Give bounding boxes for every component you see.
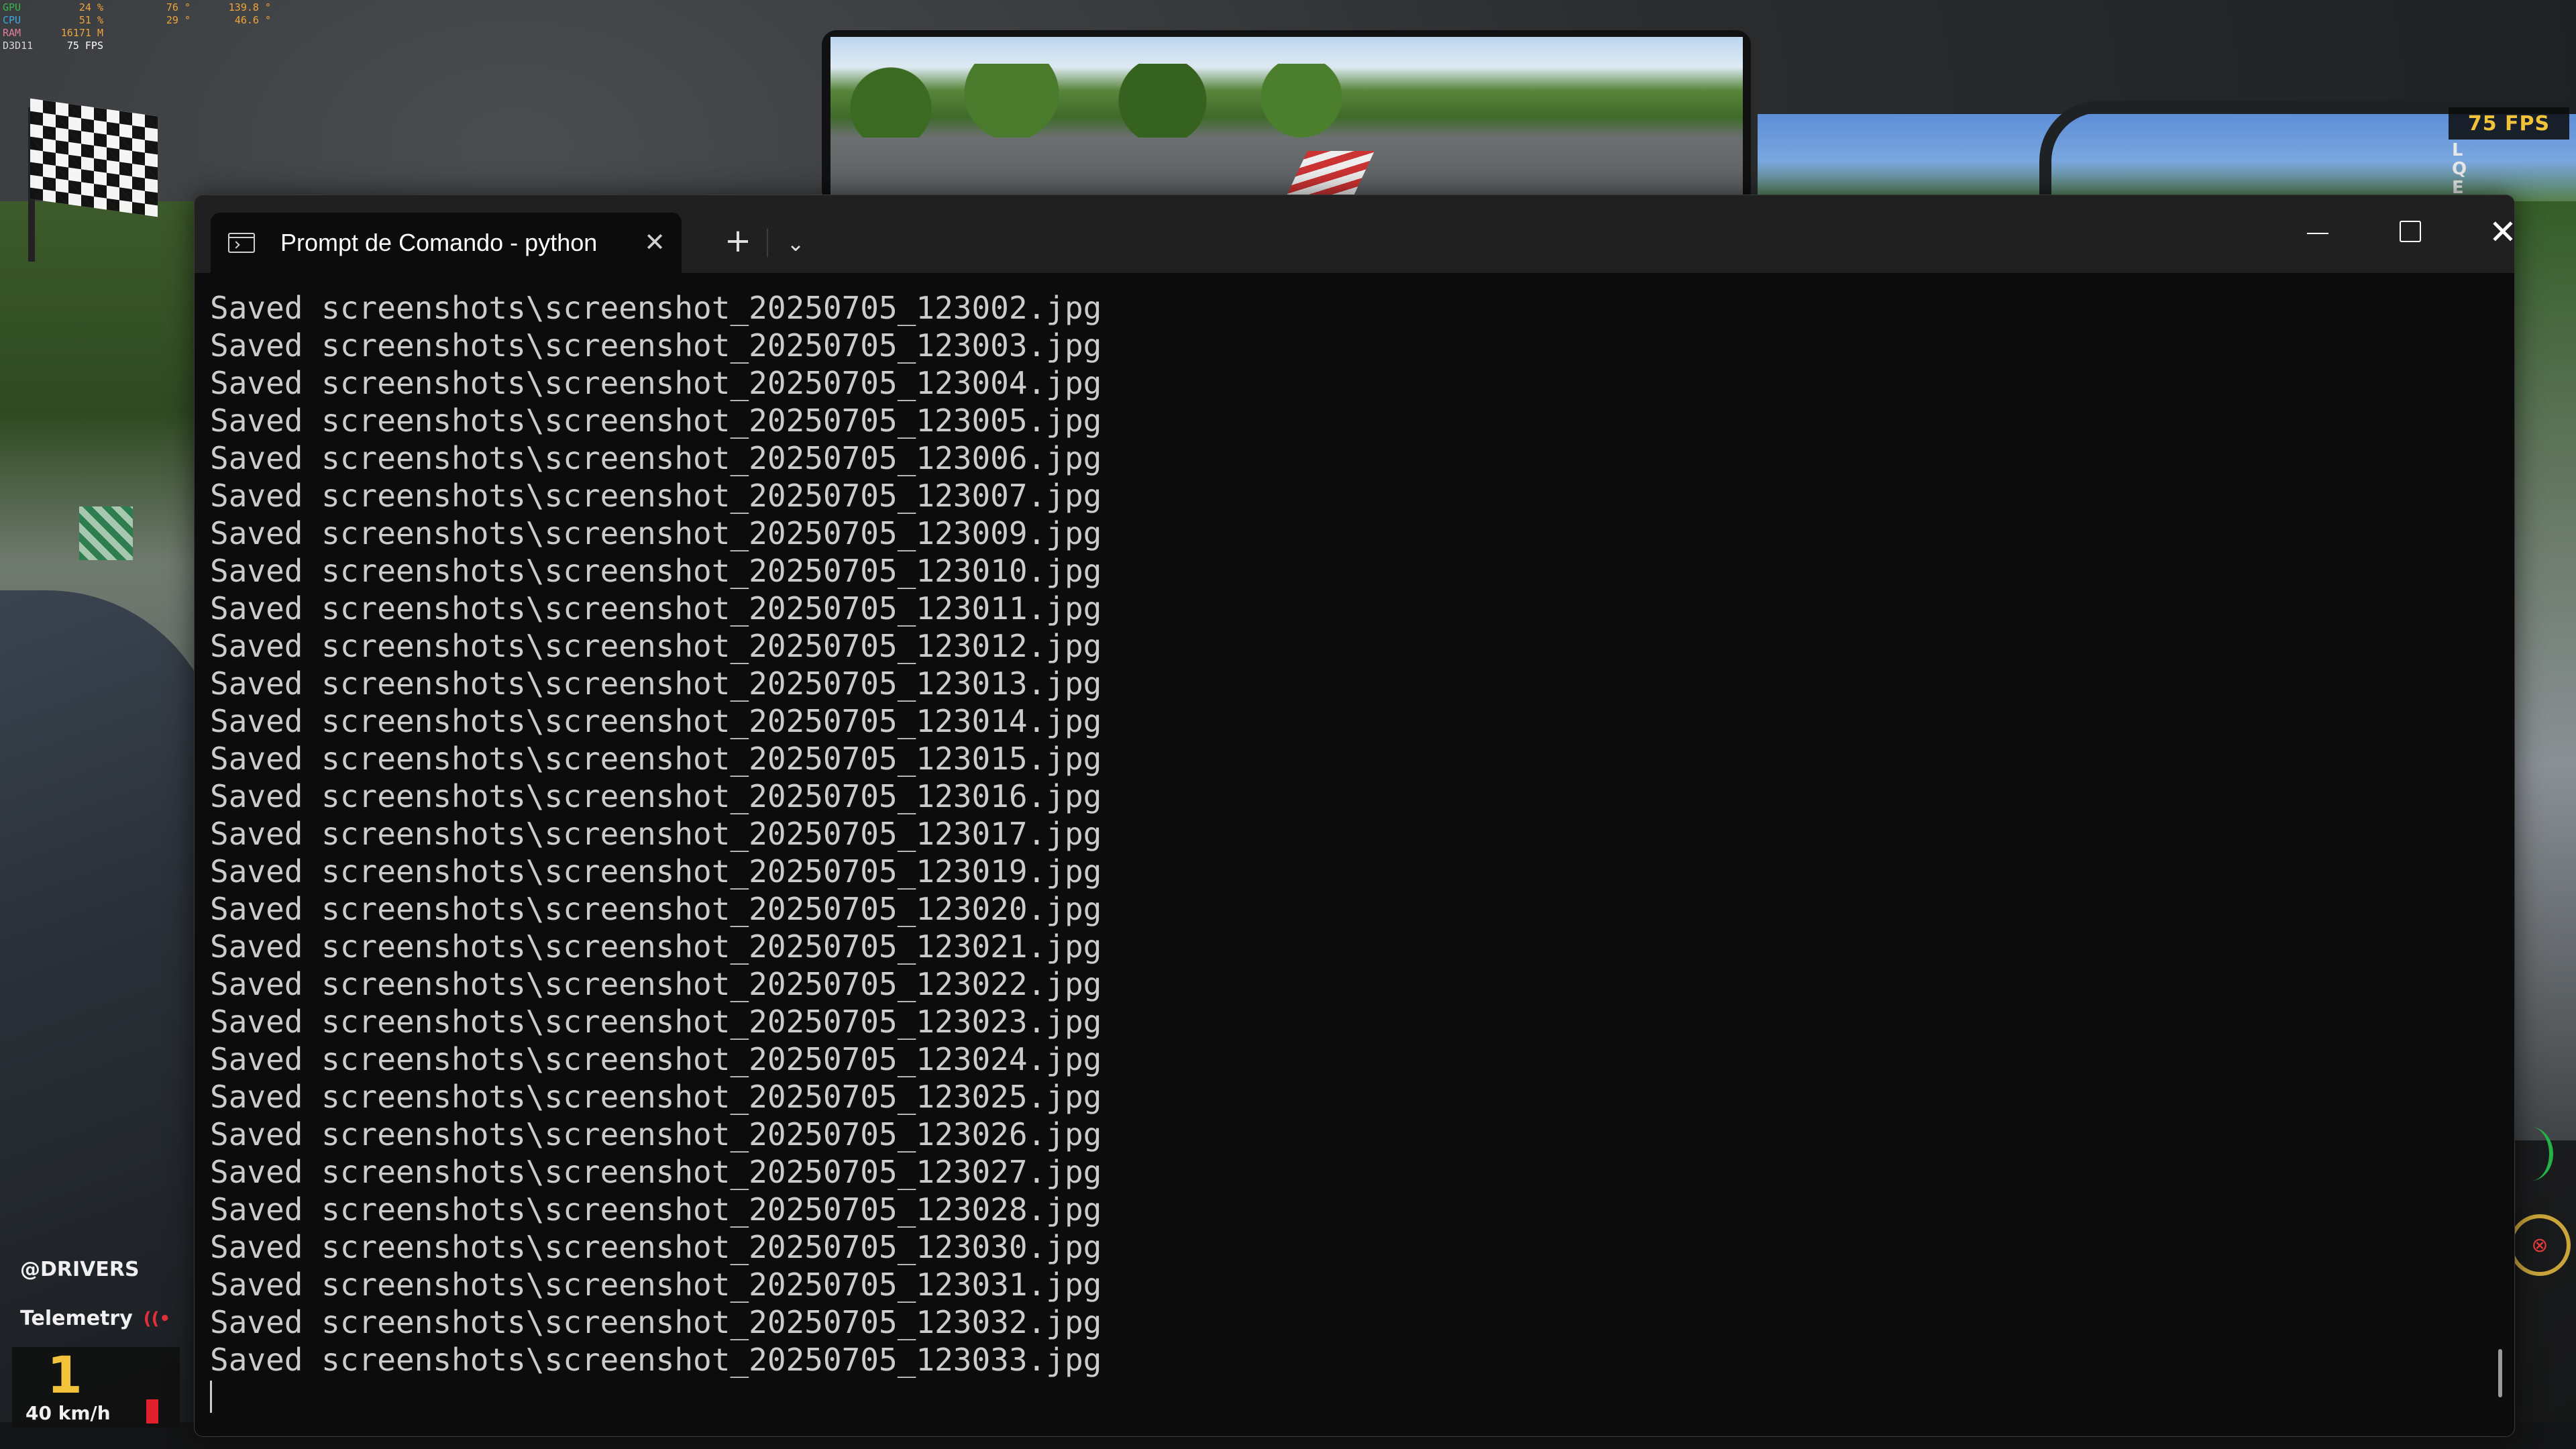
close-icon: ✕ — [2489, 213, 2515, 252]
gpu-usage: 24 % — [78, 1, 103, 13]
gpu-extra: 139.8 ° — [228, 1, 271, 13]
tab-prompt[interactable]: Prompt de Comando - python ✕ — [211, 213, 682, 273]
maximize-button[interactable] — [2373, 209, 2447, 256]
rpm-indicator — [146, 1399, 158, 1424]
console-line: Saved screenshots\screenshot_20250705_12… — [210, 1191, 1102, 1228]
text-cursor — [210, 1381, 212, 1413]
console-line: Saved screenshots\screenshot_20250705_12… — [210, 1079, 1102, 1115]
ram-row: RAM 16171 M — [3, 27, 271, 40]
cpu-label: CPU — [3, 14, 21, 26]
mirror-view — [830, 37, 1743, 205]
console-line: Saved screenshots\screenshot_20250705_12… — [210, 778, 1102, 814]
console-line: Saved screenshots\screenshot_20250705_12… — [210, 290, 1102, 326]
tab-divider — [767, 229, 768, 257]
hud-letter: L — [2452, 140, 2463, 160]
terminal-icon — [228, 233, 255, 253]
close-button[interactable]: ✕ — [2466, 209, 2515, 256]
console-line: Saved screenshots\screenshot_20250705_12… — [210, 327, 1102, 364]
gpu-temp: 76 ° — [166, 1, 191, 13]
minimize-icon — [2307, 233, 2328, 234]
console-line: Saved screenshots\screenshot_20250705_12… — [210, 402, 1102, 439]
gear-indicator: 1 — [47, 1345, 83, 1405]
console-line: Saved screenshots\screenshot_20250705_12… — [210, 1116, 1102, 1152]
console-line: Saved screenshots\screenshot_20250705_12… — [210, 741, 1102, 777]
title-bar[interactable]: Prompt de Comando - python ✕ + ⌄ ✕ — [195, 195, 2514, 273]
brake-warning-icon: ⊗ — [2509, 1214, 2571, 1276]
performance-overlay: GPU 24 % 76 ° 139.8 ° CPU 51 % 29 ° 46.6… — [3, 1, 271, 52]
console-line: Saved screenshots\screenshot_20250705_12… — [210, 365, 1102, 401]
scrollbar[interactable] — [2498, 1349, 2502, 1397]
ram-usage: 16171 M — [60, 27, 103, 39]
mirror-trees — [830, 64, 1434, 138]
cpu-extra: 46.6 ° — [234, 14, 271, 26]
console-line: Saved screenshots\screenshot_20250705_12… — [210, 853, 1102, 890]
console-line: Saved screenshots\screenshot_20250705_12… — [210, 928, 1102, 965]
track-marker — [79, 506, 133, 560]
console-line: Saved screenshots\screenshot_20250705_12… — [210, 1342, 1102, 1378]
cpu-temp: 29 ° — [166, 14, 191, 26]
console-line: Saved screenshots\screenshot_20250705_12… — [210, 515, 1102, 551]
console-line: Saved screenshots\screenshot_20250705_12… — [210, 1267, 1102, 1303]
minimize-button[interactable] — [2281, 209, 2355, 256]
tab-title: Prompt de Comando - python — [280, 229, 598, 256]
console-line: Saved screenshots\screenshot_20250705_12… — [210, 628, 1102, 664]
drivers-label: @DRIVERS — [20, 1258, 140, 1281]
maximize-icon — [2400, 221, 2421, 242]
telemetry-indicator: Telemetry ((• — [20, 1307, 170, 1330]
telemetry-label: Telemetry — [20, 1307, 133, 1330]
console-line: Saved screenshots\screenshot_20250705_12… — [210, 665, 1102, 702]
console-line: Saved screenshots\screenshot_20250705_12… — [210, 1154, 1102, 1190]
console-output[interactable]: Saved screenshots\screenshot_20250705_12… — [210, 289, 2477, 1430]
api-row: D3D11 75 FPS — [3, 40, 271, 52]
gpu-label: GPU — [3, 1, 21, 13]
terminal-window[interactable]: Prompt de Comando - python ✕ + ⌄ ✕ Saved… — [194, 195, 2515, 1437]
cpu-usage: 51 % — [78, 14, 103, 26]
fps-counter: 75 FPS — [2449, 107, 2569, 140]
checkered-flag-icon — [30, 98, 158, 217]
ram-label: RAM — [3, 27, 21, 39]
right-side-view — [2509, 201, 2576, 1140]
api-label: D3D11 — [3, 40, 34, 52]
console-line: Saved screenshots\screenshot_20250705_12… — [210, 703, 1102, 739]
console-line: Saved screenshots\screenshot_20250705_12… — [210, 1041, 1102, 1077]
console-line: Saved screenshots\screenshot_20250705_12… — [210, 553, 1102, 589]
signal-icon: ((• — [143, 1308, 171, 1329]
console-line: Saved screenshots\screenshot_20250705_12… — [210, 1004, 1102, 1040]
gpu-row: GPU 24 % 76 ° 139.8 ° — [3, 1, 271, 14]
chevron-down-icon[interactable]: ⌄ — [775, 225, 816, 265]
console-line: Saved screenshots\screenshot_20250705_12… — [210, 478, 1102, 514]
side-hud-letters: L Q E — [2452, 141, 2479, 197]
gear-speed-panel: 1 40 km/h — [12, 1347, 180, 1428]
console-line: Saved screenshots\screenshot_20250705_12… — [210, 891, 1102, 927]
steering-indicator — [2509, 1127, 2553, 1181]
speed-readout: 40 km/h — [25, 1402, 111, 1424]
console-line: Saved screenshots\screenshot_20250705_12… — [210, 440, 1102, 476]
console-line: Saved screenshots\screenshot_20250705_12… — [210, 816, 1102, 852]
new-tab-button[interactable]: + — [718, 222, 758, 262]
console-line: Saved screenshots\screenshot_20250705_12… — [210, 1304, 1102, 1340]
console-line: Saved screenshots\screenshot_20250705_12… — [210, 590, 1102, 627]
console-line: Saved screenshots\screenshot_20250705_12… — [210, 966, 1102, 1002]
close-tab-icon[interactable]: ✕ — [640, 227, 669, 257]
api-fps: 75 FPS — [66, 40, 103, 52]
hud-letter: Q — [2452, 159, 2467, 179]
cpu-row: CPU 51 % 29 ° 46.6 ° — [3, 14, 271, 27]
console-line: Saved screenshots\screenshot_20250705_12… — [210, 1229, 1102, 1265]
